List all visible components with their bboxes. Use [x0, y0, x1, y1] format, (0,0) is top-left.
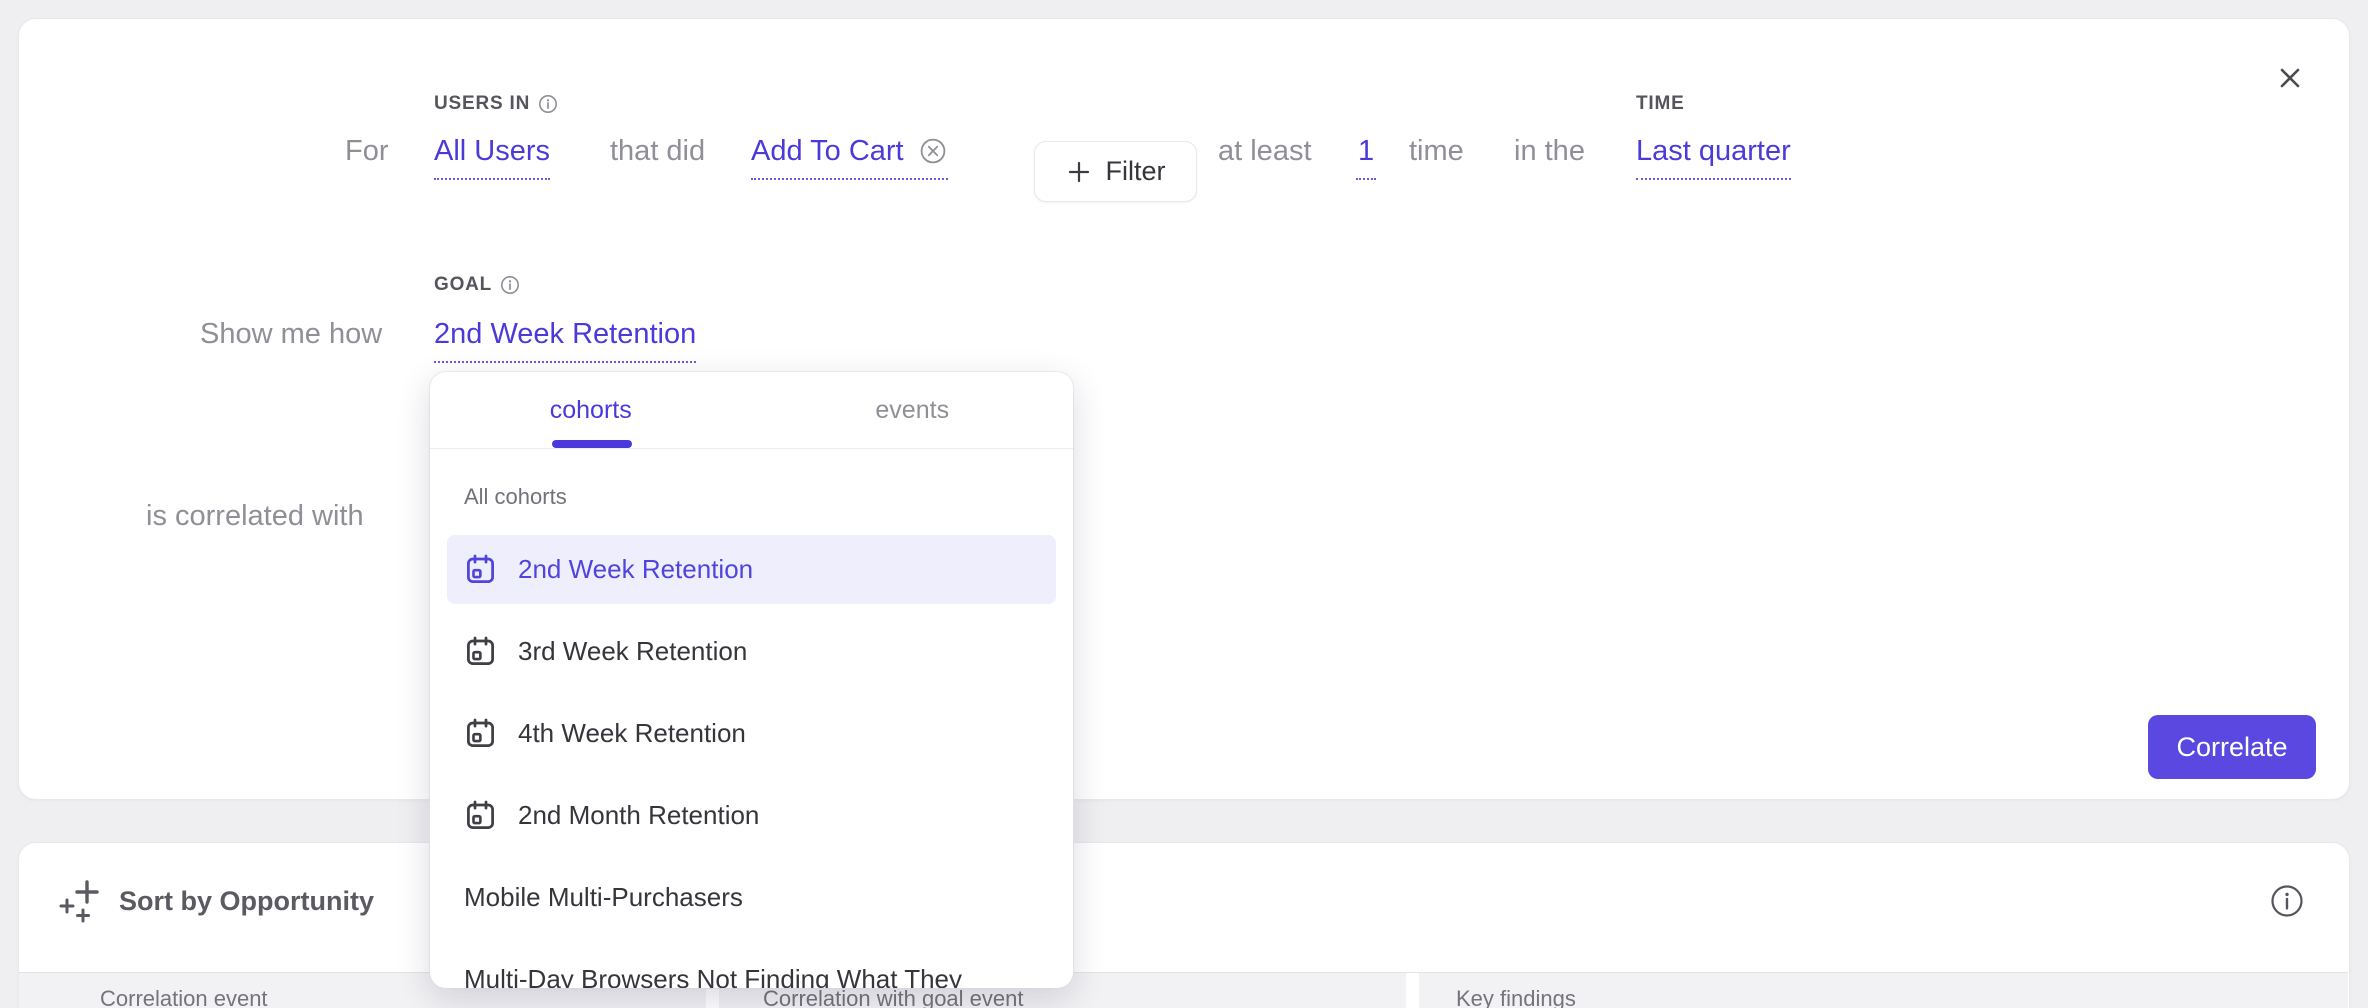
goal-label: GOAL [434, 274, 520, 296]
list-item-label: 3rd Week Retention [518, 636, 747, 667]
cohort-section-label: All cohorts [464, 484, 567, 510]
remove-circle-icon[interactable] [918, 136, 948, 166]
list-item-label: Mobile Multi-Purchasers [464, 882, 743, 913]
tab-cohorts[interactable]: cohorts [430, 372, 752, 448]
list-item-label: 2nd Month Retention [518, 800, 759, 831]
list-item-multi-day-browsers[interactable]: Multi-Day Browsers Not Finding What They [447, 945, 1056, 988]
list-item-mobile-multi-purchasers[interactable]: Mobile Multi-Purchasers [447, 863, 1056, 932]
time-range-selector[interactable]: Last quarter [1636, 133, 1791, 180]
tab-events[interactable]: events [752, 372, 1074, 448]
count-selector[interactable]: 1 [1356, 133, 1376, 180]
goal-label-text: GOAL [434, 274, 492, 296]
for-text: For [345, 133, 389, 169]
calendar-icon [464, 635, 497, 668]
calendar-icon [464, 717, 497, 750]
add-filter-button[interactable]: Filter [1034, 141, 1197, 202]
sort-by-opportunity-label: Sort by Opportunity [119, 886, 374, 917]
column-header-correlation-with-goal-event[interactable]: Correlation with goal event [763, 986, 1023, 1008]
add-filter-button-label: Filter [1106, 156, 1166, 187]
time-label-text: TIME [1636, 93, 1685, 115]
time-text: time [1409, 133, 1464, 169]
active-tab-indicator [552, 440, 632, 448]
event-selector[interactable]: Add To Cart [751, 133, 948, 180]
plus-icon [1066, 159, 1092, 185]
list-item-label: 4th Week Retention [518, 718, 746, 749]
list-item-label: 2nd Week Retention [518, 554, 753, 585]
list-item-3rd-week-retention[interactable]: 3rd Week Retention [447, 617, 1056, 686]
close-icon[interactable] [2273, 61, 2307, 95]
at-least-text: at least [1218, 133, 1312, 169]
calendar-icon [464, 799, 497, 832]
column-header-key-findings[interactable]: Key findings [1456, 986, 1576, 1008]
time-label: TIME [1636, 93, 1685, 115]
list-item-4th-week-retention[interactable]: 4th Week Retention [447, 699, 1056, 768]
info-icon[interactable] [538, 94, 558, 114]
column-header-correlation-event[interactable]: Correlation event [100, 986, 268, 1008]
info-icon[interactable] [2268, 882, 2306, 920]
cohort-selector-popover: cohorts events All cohorts 2nd Week Rete… [430, 372, 1073, 988]
correlate-button[interactable]: Correlate [2148, 715, 2316, 779]
event-selector-value: Add To Cart [751, 133, 904, 169]
in-the-text: in the [1514, 133, 1585, 169]
sparkle-plus-icon [57, 878, 103, 924]
users-cohort-selector[interactable]: All Users [434, 133, 550, 180]
sort-by-opportunity-button[interactable]: Sort by Opportunity [57, 878, 374, 924]
list-item-2nd-month-retention[interactable]: 2nd Month Retention [447, 781, 1056, 850]
that-did-text: that did [610, 133, 705, 169]
signal-correlation-page: For USERS IN All Users that did Add To C… [0, 0, 2368, 1008]
is-correlated-with-text: is correlated with [146, 498, 364, 534]
query-builder-card: For USERS IN All Users that did Add To C… [18, 18, 2350, 800]
users-in-label-text: USERS IN [434, 93, 530, 115]
users-in-label: USERS IN [434, 93, 558, 115]
calendar-icon [464, 553, 497, 586]
popover-tabs: cohorts events [430, 372, 1073, 449]
goal-selector[interactable]: 2nd Week Retention [434, 316, 696, 363]
list-item-label: Multi-Day Browsers Not Finding What They [464, 964, 962, 988]
list-item-2nd-week-retention[interactable]: 2nd Week Retention [447, 535, 1056, 604]
info-icon[interactable] [500, 275, 520, 295]
show-me-how-text: Show me how [200, 316, 382, 352]
